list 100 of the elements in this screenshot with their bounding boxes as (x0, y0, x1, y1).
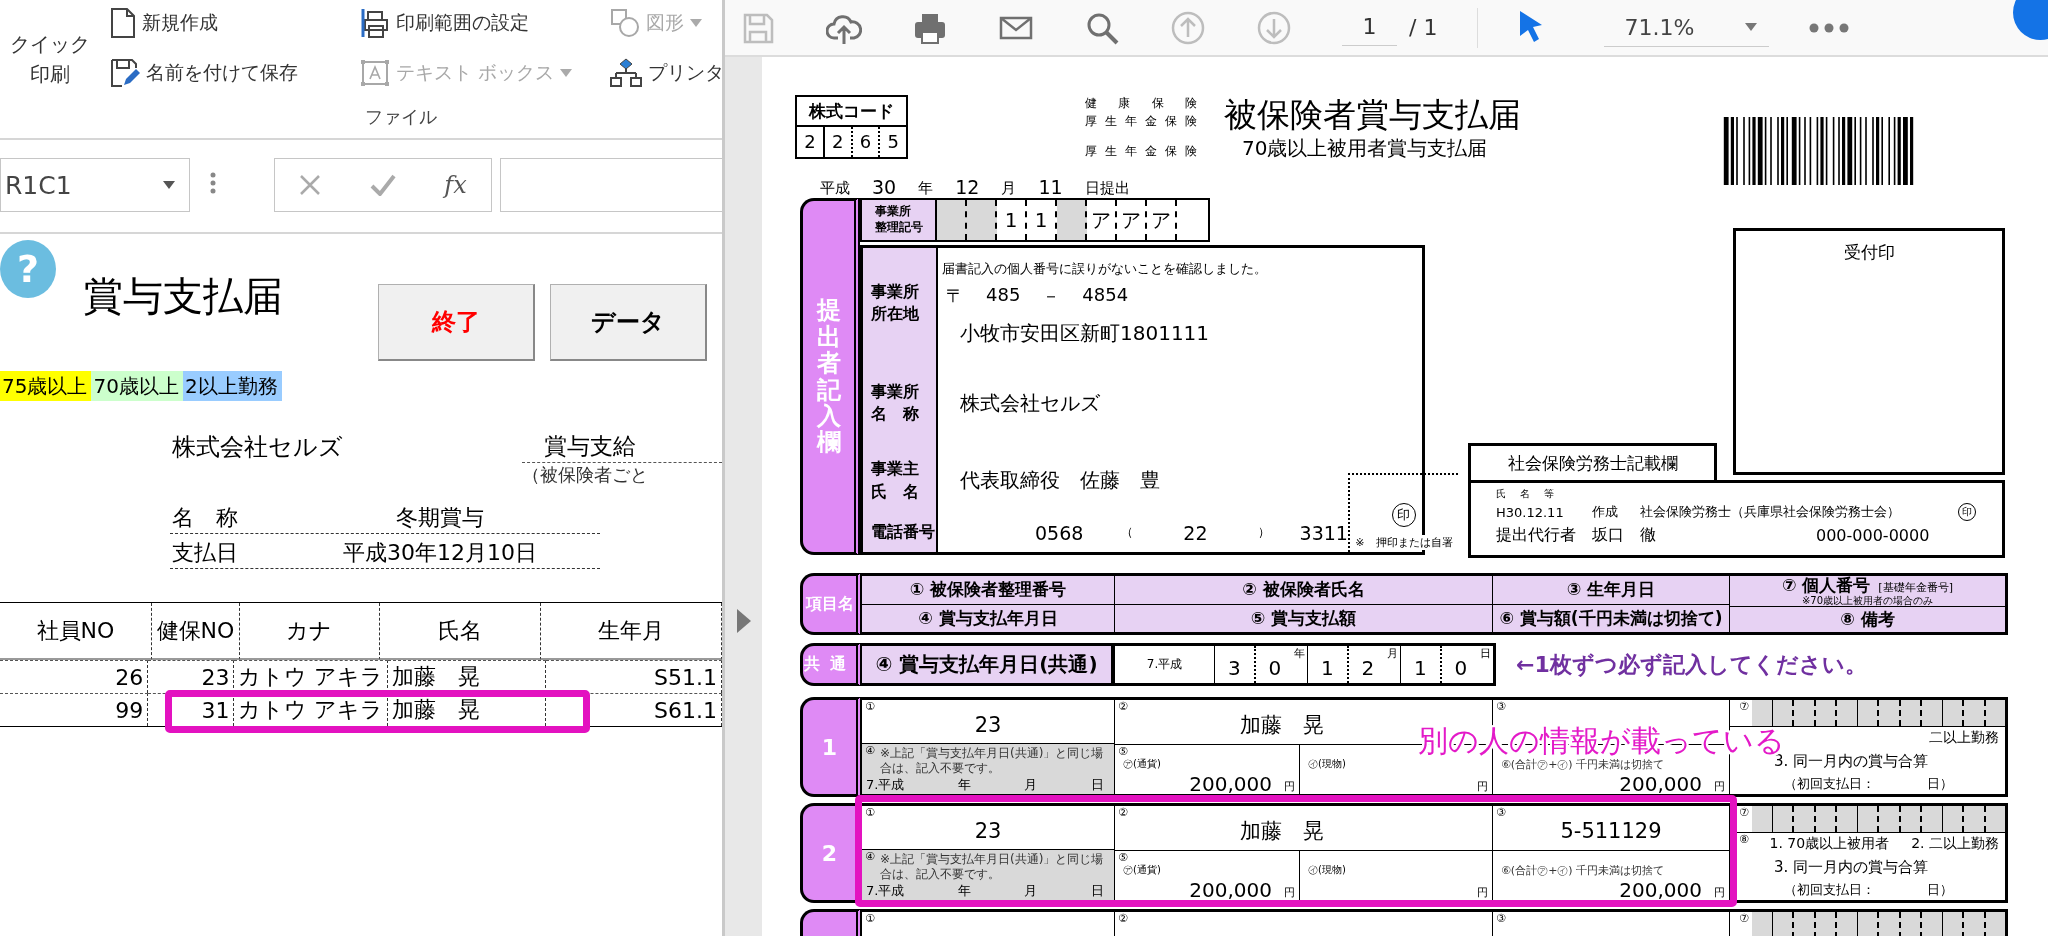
section-title: 賞与支給 (522, 431, 722, 463)
insured-name: 加藤 晃 (1240, 818, 1324, 845)
date-unit: 年 (1294, 646, 1306, 661)
table-cell: 加藤 晃 (388, 693, 546, 726)
insured-number: 23 (974, 817, 1002, 845)
date-digit: 3 (1215, 646, 1256, 683)
zoom-dropdown[interactable]: 71.1% (1604, 8, 1770, 47)
item-marker: ③ (1496, 913, 1506, 924)
remark-option: 二以上勤務 (1929, 729, 1999, 746)
form-subtitle: 70歳以上被用者賞与支払届 (1241, 135, 1489, 162)
agent-section-title: 社会保険労務士記載欄 (1468, 443, 1717, 480)
agent-date: H30.12.11 (1496, 504, 1564, 520)
data-button[interactable]: データ (550, 284, 707, 361)
sheet-title: 賞与支払届 (81, 272, 284, 321)
phone-value: 3311 (1299, 521, 1348, 544)
print-area-button[interactable]: 印刷範囲の設定 (360, 0, 529, 46)
agent-org: 社会保険労務士（兵庫県社会保険労務士会） (1639, 503, 1900, 521)
phone-paren: （ (1121, 524, 1134, 541)
item-marker: ⑦ (1739, 913, 1749, 924)
item-marker: ② (1118, 701, 1128, 712)
first-payment-note: （初回支払日： 日） (1783, 776, 1954, 792)
date-label: 日提出 (1084, 179, 1130, 198)
column-header: 氏名 (380, 603, 542, 660)
office-code-label: 事業所 整理記号 (862, 200, 937, 240)
table-cell: カトウ アキラ (234, 693, 389, 726)
check-icon[interactable] (369, 174, 396, 196)
cash-label: ㋐(通貨) (1123, 757, 1162, 771)
column-header: ④ 賞与支払年月日 (862, 603, 1114, 632)
column-header: カナ (239, 603, 381, 660)
number-box (1985, 700, 2005, 726)
quick-print-button[interactable]: クイック 印刷 (0, 0, 100, 100)
row-label: 事業主 氏 名 (863, 448, 938, 513)
document-icon (110, 8, 136, 38)
date-digit: 0 (1267, 655, 1283, 682)
code-digit: 2 (824, 127, 853, 157)
currency-unit: 円 (1477, 885, 1488, 900)
table-cell: 26 (0, 660, 149, 693)
column-header: ⑥ 賞与額(千円未満は切捨て) (1493, 603, 1729, 632)
item-marker: ① (865, 701, 875, 712)
item-marker: ⑦ (1739, 807, 1749, 818)
exit-button[interactable]: 終了 (378, 284, 535, 361)
phone-value: 0568 (1035, 521, 1084, 544)
page-field[interactable]: 1 (1342, 9, 1397, 46)
item-marker: ③ (1496, 701, 1506, 712)
date-unit: 月 (1387, 646, 1399, 661)
date-label: 平成 (820, 179, 850, 198)
column-header: ⑧ 備考 (1730, 605, 2005, 632)
item-marker: ③ (1496, 807, 1506, 818)
page-count: / 1 (1409, 15, 1438, 40)
date-label: 月 (1001, 179, 1017, 198)
date-unit: 日 (1091, 776, 1104, 794)
code-digit: 6 (852, 127, 881, 157)
code-digit: 2 (797, 127, 825, 157)
item-marker: ① (865, 913, 875, 924)
date-digit: 0 (1453, 655, 1469, 682)
total-amount: 200,000 (1619, 880, 1702, 900)
code-cell: ア (1087, 200, 1117, 240)
section-note: （被保険者ごと (522, 463, 649, 487)
date-unit: 年 (957, 776, 971, 794)
row-label: 事業所 所在地 (863, 248, 938, 358)
code-digit: 5 (886, 130, 900, 154)
insured-name: 加藤 晃 (1240, 712, 1324, 739)
vertical-dots-icon (210, 172, 216, 194)
address-value: 小牧市安田区新町1801111 (960, 319, 1211, 347)
date-digit: 1 (1308, 646, 1349, 683)
date-unit: 日 (1091, 882, 1104, 900)
currency-unit: 円 (1714, 779, 1725, 794)
total-label: ⑥(合計㋐+㋑) 千円未満は切捨て (1501, 757, 1666, 772)
postal-dash: － (1042, 283, 1061, 308)
expand-arrow-icon[interactable] (736, 609, 751, 633)
item-marker: ① (865, 807, 875, 818)
insurance-label: 健康保険 (1085, 95, 1197, 112)
printer-button[interactable]: プリンタ (610, 50, 722, 96)
date-value: 30 (871, 176, 898, 198)
field-label: 支払日 (171, 539, 239, 567)
more-icon[interactable] (1809, 23, 1850, 33)
date-unit: 月 (1024, 776, 1038, 794)
agent-text: 作成 (1591, 503, 1618, 521)
receipt-stamp-box: 受付印 (1733, 228, 2005, 475)
birth-date: 5-511129 (1560, 818, 1662, 845)
column-header: ① 被保険者整理番号 (862, 576, 1114, 604)
formula-field[interactable] (500, 158, 722, 212)
submitter-tab-label: 提出者記入欄 (816, 297, 841, 456)
new-button[interactable]: 新規作成 (110, 0, 218, 46)
column-header: 生年月 (541, 603, 722, 660)
cash-amount: 200,000 (1189, 880, 1272, 900)
name-box[interactable]: R1C1 (0, 158, 190, 212)
era-label: 7.平成 (1115, 646, 1215, 683)
code-cell: ア (1147, 200, 1177, 240)
cancel-icon[interactable] (299, 174, 322, 196)
insurance-label: 厚生年金保険 (1085, 143, 1197, 160)
column-header: ⑤ 賞与支払額 (1115, 603, 1492, 632)
common-date-label: ④ 賞与支払年月日(共通) (862, 646, 1115, 683)
date-unit: 日 (1480, 646, 1492, 661)
table-cell: 99 (0, 693, 149, 726)
currency-unit: 円 (1714, 885, 1725, 900)
caret-icon (163, 181, 175, 189)
insert-function-button[interactable]: fx (444, 171, 467, 199)
company-name: 株式会社セルズ (172, 432, 344, 463)
save-as-button[interactable]: 名前を付けて保存 (110, 50, 298, 96)
